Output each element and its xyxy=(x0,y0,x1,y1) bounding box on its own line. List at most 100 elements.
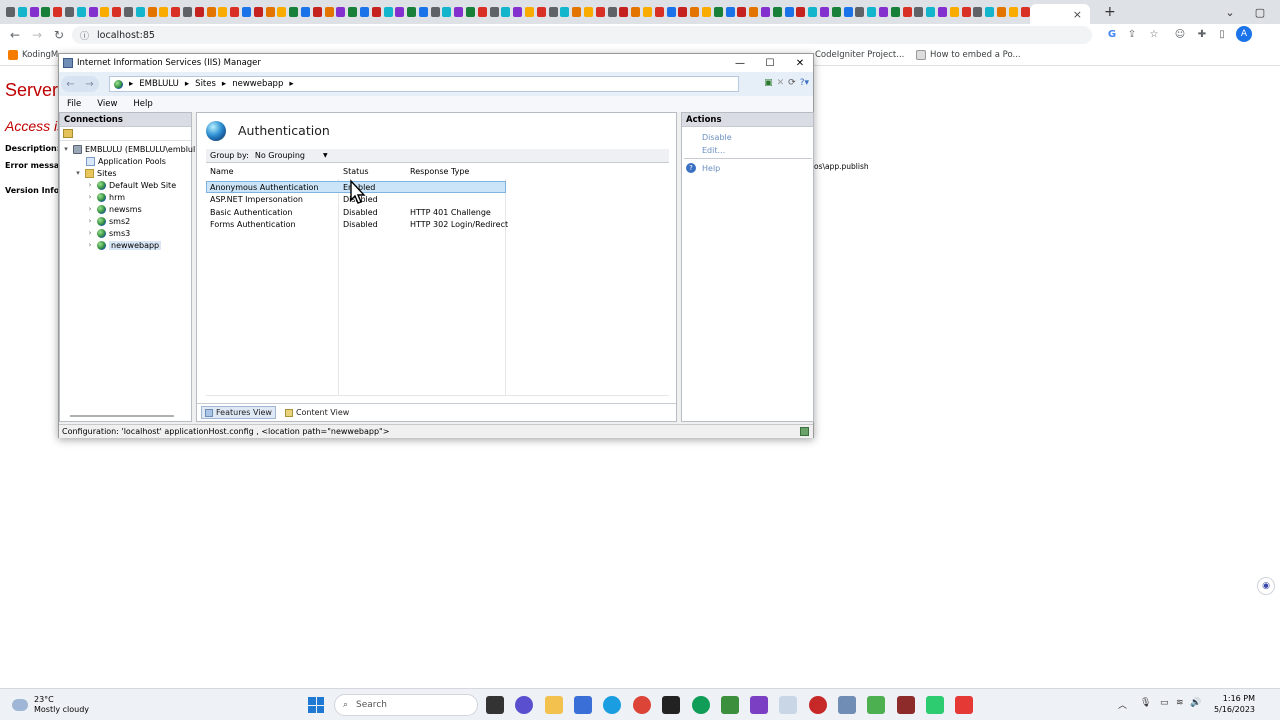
iis-title-bar[interactable]: Internet Information Services (IIS) Mana… xyxy=(59,54,813,72)
forward-arrow-icon[interactable]: → xyxy=(26,24,48,46)
tab-favicon-icon[interactable] xyxy=(348,7,358,17)
tab-favicon-icon[interactable] xyxy=(749,7,759,17)
tab-favicon-icon[interactable] xyxy=(513,7,523,17)
tab-features-view[interactable]: Features View xyxy=(201,406,276,419)
tab-favicon-icon[interactable] xyxy=(182,7,192,17)
clock[interactable]: 1:16 PM 5/16/2023 xyxy=(1214,693,1255,715)
browser-restore-icon[interactable]: ▢ xyxy=(1240,0,1280,24)
app-icon[interactable] xyxy=(809,696,827,714)
tab-favicon-icon[interactable] xyxy=(607,7,617,17)
tab-content-view[interactable]: Content View xyxy=(282,407,352,418)
column-header-name[interactable]: Name xyxy=(210,167,234,179)
tab-favicon-icon[interactable] xyxy=(784,7,794,17)
tab-favicon-icon[interactable] xyxy=(88,7,98,17)
refresh-icon[interactable]: ⟳ xyxy=(788,78,796,88)
tree-node-site-selected[interactable]: › newwebapp xyxy=(86,239,162,251)
app-icon[interactable] xyxy=(721,696,739,714)
breadcrumb-item[interactable]: newwebapp xyxy=(232,79,283,89)
bookmark-star-icon[interactable]: ☆ xyxy=(1146,26,1162,42)
tab-favicon-icon[interactable] xyxy=(6,7,15,17)
task-view-icon[interactable] xyxy=(486,696,504,714)
bookmark-item[interactable]: KodingM xyxy=(8,50,58,60)
expand-arrow-icon[interactable]: › xyxy=(86,229,94,237)
expand-arrow-icon[interactable]: › xyxy=(86,217,94,225)
action-edit[interactable]: Edit... xyxy=(702,146,725,155)
tab-favicon-icon[interactable] xyxy=(666,7,676,17)
tab-close-icon[interactable]: × xyxy=(1073,8,1082,21)
tab-favicon-icon[interactable] xyxy=(312,7,322,17)
tab-favicon-icon[interactable] xyxy=(300,7,310,17)
tab-favicon-icon[interactable] xyxy=(654,7,664,17)
active-tab[interactable]: × xyxy=(1030,4,1090,24)
tab-favicon-icon[interactable] xyxy=(525,7,535,17)
tab-favicon-icon[interactable] xyxy=(501,7,511,17)
tab-favicon-icon[interactable] xyxy=(737,7,747,17)
device-icon[interactable]: ▭ xyxy=(1160,698,1169,708)
tab-favicon-icon[interactable] xyxy=(241,7,251,17)
expand-arrow-icon[interactable]: › xyxy=(86,241,94,249)
tab-favicon-icon[interactable] xyxy=(53,7,63,17)
app-icon[interactable] xyxy=(955,696,973,714)
visual-studio-icon[interactable] xyxy=(750,696,768,714)
tab-favicon-icon[interactable] xyxy=(194,7,204,17)
microphone-icon[interactable]: 🎙 xyxy=(1140,698,1151,708)
tab-favicon-icon[interactable] xyxy=(878,7,888,17)
tab-favicon-icon[interactable] xyxy=(489,7,499,17)
tab-favicon-icon[interactable] xyxy=(702,7,712,17)
collapse-arrow-icon[interactable]: ▾ xyxy=(74,169,82,177)
iis-breadcrumb[interactable]: ▸ EMBLULU ▸ Sites ▸ newwebapp ▸ xyxy=(109,76,739,92)
tab-favicon-icon[interactable] xyxy=(17,7,27,17)
column-header-status[interactable]: Status xyxy=(343,167,369,179)
tree-node-sites[interactable]: ▾ Sites xyxy=(74,167,117,179)
google-icon[interactable]: G xyxy=(1104,26,1120,42)
connect-folder-icon[interactable] xyxy=(63,129,73,138)
edge-icon[interactable] xyxy=(603,696,621,714)
tab-favicon-icon[interactable] xyxy=(395,7,405,17)
extension-face-icon[interactable]: ☺ xyxy=(1172,26,1188,42)
profile-avatar[interactable]: A xyxy=(1236,26,1252,42)
action-disable[interactable]: Disable xyxy=(702,133,732,142)
tree-node-site[interactable]: › hrm xyxy=(86,191,125,203)
breadcrumb-item[interactable]: EMBLULU xyxy=(139,79,179,89)
tab-favicon-icon[interactable] xyxy=(855,7,865,17)
terminal-icon[interactable] xyxy=(662,696,680,714)
tab-favicon-icon[interactable] xyxy=(725,7,735,17)
tab-favicon-icon[interactable] xyxy=(159,7,169,17)
tab-favicon-icon[interactable] xyxy=(619,7,629,17)
tab-favicon-icon[interactable] xyxy=(454,7,464,17)
tab-favicon-icon[interactable] xyxy=(985,7,995,17)
back-arrow-icon[interactable]: ← xyxy=(4,24,26,46)
menu-file[interactable]: File xyxy=(67,99,81,109)
assistant-bubble-icon[interactable]: ◉ xyxy=(1257,577,1275,595)
speaker-icon[interactable]: 🔊 xyxy=(1190,698,1201,708)
tab-favicon-icon[interactable] xyxy=(1008,7,1018,17)
puzzle-icon[interactable]: ✚ xyxy=(1194,26,1210,42)
menu-help[interactable]: Help xyxy=(133,99,152,109)
tab-favicon-icon[interactable] xyxy=(324,7,334,17)
menu-view[interactable]: View xyxy=(97,99,117,109)
tab-favicon-icon[interactable] xyxy=(914,7,924,17)
tab-favicon-icon[interactable] xyxy=(277,7,287,17)
iis-back-forward[interactable]: ← → xyxy=(61,76,99,92)
bookmark-item[interactable]: CodeIgniter Project... xyxy=(815,50,904,60)
app-icon[interactable] xyxy=(692,696,710,714)
new-tab-button[interactable]: + xyxy=(1104,4,1116,20)
tab-favicon-icon[interactable] xyxy=(560,7,570,17)
group-by-select[interactable]: No Grouping ▼ xyxy=(255,151,328,160)
tab-favicon-icon[interactable] xyxy=(713,7,723,17)
address-bar[interactable]: ⓘ localhost:85 xyxy=(72,26,1092,44)
iis-back-icon[interactable]: ← xyxy=(66,79,74,90)
tab-favicon-icon[interactable] xyxy=(937,7,947,17)
breadcrumb-item[interactable]: Sites xyxy=(195,79,216,89)
app-icon[interactable] xyxy=(779,696,797,714)
tab-favicon-icon[interactable] xyxy=(76,7,86,17)
tab-favicon-icon[interactable] xyxy=(64,7,74,17)
tab-favicon-icon[interactable] xyxy=(843,7,853,17)
tab-favicon-icon[interactable] xyxy=(772,7,782,17)
table-row[interactable]: Basic Authentication Disabled HTTP 401 C… xyxy=(206,207,506,219)
iis-forward-icon[interactable]: → xyxy=(85,79,93,90)
table-row[interactable]: Forms Authentication Disabled HTTP 302 L… xyxy=(206,219,508,231)
tab-favicon-icon[interactable] xyxy=(430,7,440,17)
tree-node-site[interactable]: › newsms xyxy=(86,203,142,215)
tab-favicon-icon[interactable] xyxy=(761,7,770,17)
